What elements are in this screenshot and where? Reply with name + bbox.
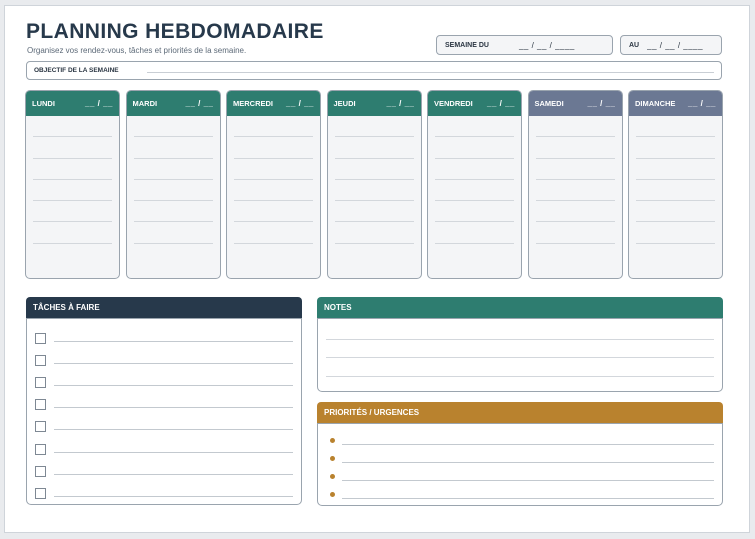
day-date[interactable]: __ / __ [487,99,515,108]
todo-line[interactable] [54,362,293,364]
weekly-objective-label: OBJECTIF DE LA SEMAINE [34,67,119,74]
day-column-dimanche: DIMANCHE __ / __ [628,90,723,279]
checkbox[interactable] [35,332,46,344]
weekly-objective-field[interactable]: OBJECTIF DE LA SEMAINE [26,61,722,80]
todo-line[interactable] [54,429,293,431]
day-date[interactable]: __ / __ [85,99,113,108]
day-header: DIMANCHE __ / __ [629,91,722,116]
day-header: JEUDI __ / __ [327,91,421,116]
todo-item [27,416,301,438]
day-name: LUNDI [32,99,55,108]
priorities-title: PRIORITÉS / URGENCES [324,408,420,417]
todo-line[interactable] [54,495,293,497]
priority-item [326,486,714,504]
todo-item [27,327,301,349]
checkbox[interactable] [35,487,46,499]
week-end-label: AU [629,41,640,49]
day-writing-area[interactable] [127,116,220,244]
day-writing-area[interactable] [629,116,722,244]
bullet-icon [330,437,335,443]
day-column-mercredi: MERCREDI __ / __ [226,90,321,279]
priority-line[interactable] [342,479,714,481]
checkbox[interactable] [35,421,46,433]
day-name: MERCREDI [233,99,274,108]
day-date[interactable]: __ / __ [688,99,716,108]
day-header: MERCREDI __ / __ [227,91,320,116]
bullet-icon [330,473,335,479]
day-column-jeudi: JEUDI __ / __ [326,90,422,279]
checkbox[interactable] [35,376,46,388]
page-title: PLANNING HEBDOMADAIRE [26,20,324,43]
todo-item [27,394,301,416]
priorities-panel [317,423,723,506]
todo-item [27,371,301,393]
day-name: MARDI [132,99,158,108]
notes-line[interactable] [326,340,714,358]
day-writing-area[interactable] [26,116,119,244]
notes-panel-header: NOTES [317,297,723,318]
notes-title: NOTES [324,303,352,312]
day-date[interactable]: __ / __ [186,99,214,108]
bullet-icon [330,455,335,461]
todo-line[interactable] [54,451,293,453]
todo-item [27,460,301,482]
page-subtitle: Organisez vos rendez-vous, tâches et pri… [27,46,247,55]
weekly-objective-line[interactable] [146,71,714,73]
todo-title: TÂCHES À FAIRE [33,303,100,312]
day-name: DIMANCHE [635,99,676,108]
day-date[interactable]: __ / __ [387,99,415,108]
day-writing-area[interactable] [227,116,320,244]
day-column-samedi: SAMEDI __ / __ [527,90,623,279]
todo-line[interactable] [54,384,293,386]
notes-line[interactable] [326,358,714,377]
day-column-mardi: MARDI __ / __ [125,90,221,279]
week-start-value[interactable]: __ / __ / ____ [519,41,575,50]
priority-line[interactable] [342,498,714,500]
checkbox[interactable] [35,465,46,477]
week-start-label: SEMAINE DU [445,41,489,49]
todo-line[interactable] [54,340,293,342]
day-column-lundi: LUNDI __ / __ [25,90,120,279]
priority-item [326,449,714,467]
day-header: VENDREDI __ / __ [428,91,521,116]
day-name: JEUDI [333,99,356,108]
week-end-field[interactable]: AU __ / __ / ____ [620,35,722,55]
day-date[interactable]: __ / __ [286,99,314,108]
priority-item [326,431,714,449]
checkbox[interactable] [35,399,46,411]
day-writing-area[interactable] [529,116,622,244]
days-grid: LUNDI __ / __ MARDI __ / __ MERCREDI __ … [25,90,723,280]
day-writing-area[interactable] [428,116,521,244]
bullet-icon [330,492,335,498]
day-header: MARDI __ / __ [126,91,220,116]
week-start-field[interactable]: SEMAINE DU __ / __ / ____ [436,35,613,55]
priorities-panel-header: PRIORITÉS / URGENCES [317,402,723,423]
week-end-value[interactable]: __ / __ / ____ [647,41,703,50]
todo-item [27,438,301,460]
day-date[interactable]: __ / __ [588,99,616,108]
priority-item [326,467,714,485]
day-column-vendredi: VENDREDI __ / __ [427,90,522,279]
notes-panel[interactable] [317,318,723,392]
todo-line[interactable] [54,473,293,475]
todo-panel-header: TÂCHES À FAIRE [26,297,302,318]
day-name: SAMEDI [534,99,564,108]
day-writing-area[interactable] [328,116,421,244]
priority-line[interactable] [342,461,714,463]
notes-line[interactable] [326,321,714,340]
todo-item [27,482,301,504]
day-header: SAMEDI __ / __ [528,91,622,116]
todo-panel [26,318,302,505]
checkbox[interactable] [35,443,46,455]
checkbox[interactable] [35,354,46,366]
todo-line[interactable] [54,407,293,409]
todo-item [27,349,301,371]
day-header: LUNDI __ / __ [26,91,119,116]
priority-line[interactable] [342,443,714,445]
day-name: VENDREDI [434,99,473,108]
